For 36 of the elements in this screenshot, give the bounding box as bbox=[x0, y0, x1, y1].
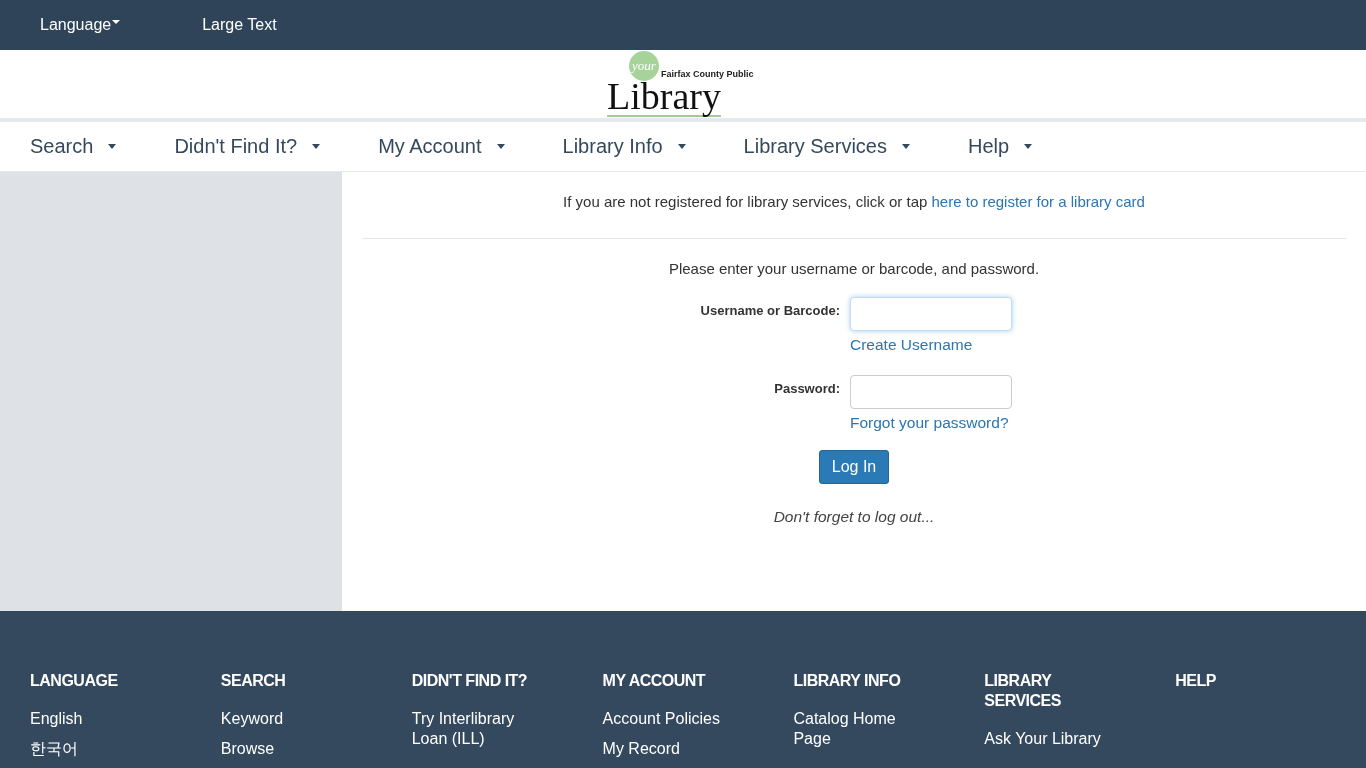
footer-heading: LIBRARY INFO bbox=[793, 671, 902, 691]
footer-link[interactable]: Account Policies bbox=[602, 709, 723, 729]
nav-menu[interactable]: Help bbox=[968, 135, 1033, 158]
footer-heading: LIBRARY SERVICES bbox=[984, 671, 1062, 711]
footer-heading: DIDN'T FIND IT? bbox=[411, 671, 529, 691]
login-instructions: Please enter your username or barcode, and password. bbox=[668, 260, 1040, 277]
footer-link[interactable]: Browse bbox=[220, 739, 341, 759]
footer-link[interactable]: Keyword bbox=[220, 709, 341, 729]
footer-link[interactable]: 한국어 bbox=[30, 739, 150, 759]
forgot-password-link[interactable]: Forgot your password? bbox=[850, 414, 1012, 432]
username-field[interactable] bbox=[850, 297, 1012, 331]
large-text-link[interactable]: Large Text bbox=[202, 16, 277, 34]
language-dropdown[interactable]: Language bbox=[40, 16, 121, 34]
footer-link[interactable]: Ask Your Library bbox=[984, 729, 1105, 749]
create-username-link[interactable]: Create Username bbox=[850, 336, 1012, 354]
nav-menu[interactable]: Didn't Find It? bbox=[174, 135, 321, 158]
footer-link[interactable]: Catalog Home Page bbox=[793, 709, 914, 749]
register-link[interactable]: here to register for a library card bbox=[931, 193, 1145, 210]
nav-menu[interactable]: Library Services bbox=[743, 135, 910, 158]
footer-link[interactable]: My Record bbox=[602, 739, 723, 759]
footer-heading: MY ACCOUNT bbox=[602, 671, 707, 691]
register-notice: If you are not registered for library services, click or tap here to register for a library card bbox=[563, 193, 1145, 210]
nav-menu[interactable]: My Account bbox=[378, 135, 505, 158]
footer-heading: LANGUAGE bbox=[30, 671, 119, 691]
password-field[interactable] bbox=[850, 375, 1012, 409]
nav-menu[interactable]: Search bbox=[30, 135, 117, 158]
footer-link[interactable]: English bbox=[30, 709, 150, 729]
footer-heading: SEARCH bbox=[220, 671, 287, 691]
nav-menu[interactable]: Library Info bbox=[562, 135, 686, 158]
footer-link[interactable]: Try Interlibrary Loan (ILL) bbox=[411, 709, 532, 749]
field-label: Password: bbox=[773, 380, 840, 398]
logout-reminder: Don't forget to log out... bbox=[773, 508, 935, 526]
login-button[interactable]: Log In bbox=[818, 450, 890, 484]
footer-heading: HELP bbox=[1175, 671, 1217, 691]
field-label: Username or Barcode: bbox=[700, 302, 840, 320]
library-logo[interactable]: your Fairfax County Public Library bbox=[607, 51, 759, 117]
